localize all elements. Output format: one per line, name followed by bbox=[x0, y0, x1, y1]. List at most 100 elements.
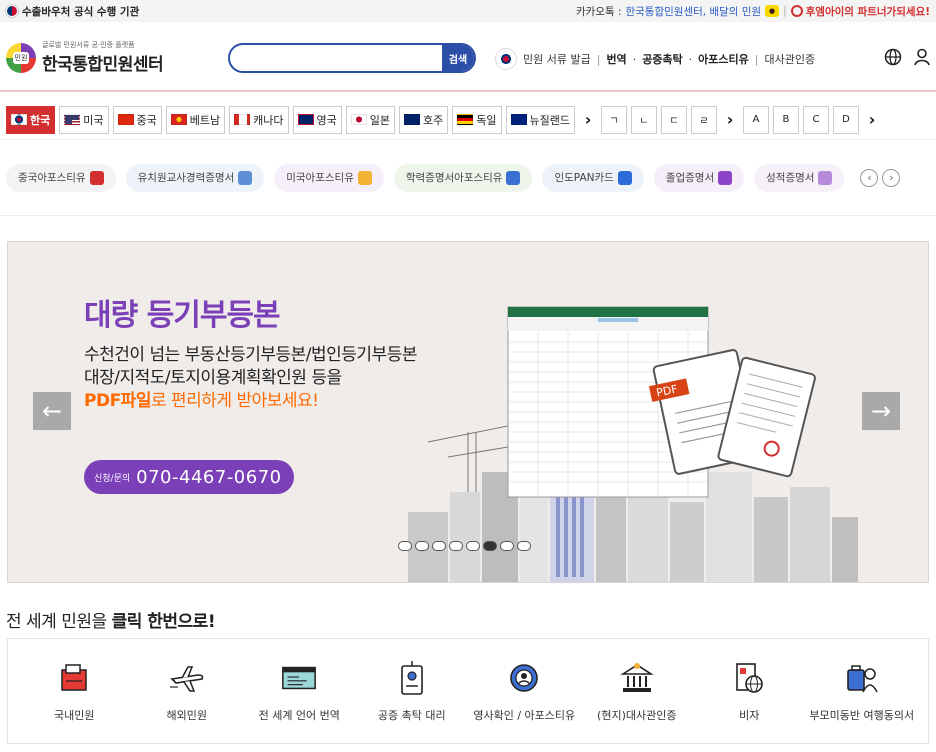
doc-chip[interactable]: 인도PAN카드 bbox=[542, 163, 644, 192]
site-logo[interactable]: 민원 글로벌 민원서류 공·인증 플랫폼 한국통합민원센터 bbox=[6, 40, 164, 75]
section-title-prefix: 전 세계 민원을 bbox=[6, 612, 107, 632]
country-tab-uk[interactable]: 영국 bbox=[292, 105, 342, 134]
doc-chip[interactable]: 학력증명서아포스티유 bbox=[393, 163, 533, 192]
country-tab-label: 중국 bbox=[136, 113, 157, 127]
slide-dot[interactable] bbox=[415, 541, 429, 551]
kakao-talk-icon[interactable]: ● bbox=[765, 5, 780, 17]
site-header: 민원 글로벌 민원서류 공·인증 플랫폼 한국통합민원센터 검색 민원 서류 발… bbox=[0, 22, 936, 92]
korean-letters-next-chevron-icon[interactable]: › bbox=[721, 110, 739, 129]
agency-text: 수출바우처 공식 수행 기관 bbox=[22, 5, 140, 18]
service-item[interactable]: 영사확인 / 아포스티유 bbox=[469, 659, 579, 723]
country-tab-label: 한국 bbox=[30, 113, 51, 127]
doc-chip[interactable]: 유치원교사경력증명서 bbox=[125, 163, 265, 192]
de-flag-icon bbox=[457, 114, 474, 125]
doc-chip[interactable]: 졸업증명서 bbox=[653, 163, 745, 192]
slide-dot[interactable] bbox=[500, 541, 514, 551]
doc-chip-label: 졸업증명서 bbox=[665, 172, 715, 184]
globe-icon[interactable] bbox=[884, 48, 902, 70]
korean-letter-tab[interactable]: ㄴ bbox=[630, 105, 657, 134]
slide-dot[interactable] bbox=[466, 541, 480, 551]
service-item[interactable]: (현지)대사관인증 bbox=[582, 659, 692, 723]
doc-chip[interactable]: 미국아포스티유 bbox=[274, 163, 384, 192]
search-icon bbox=[790, 5, 803, 17]
phone-number: 070-4467-0670 bbox=[136, 466, 282, 488]
airplane-icon bbox=[168, 659, 206, 697]
korean-letter-tab[interactable]: ㄱ bbox=[600, 105, 627, 134]
latin-letter-tab[interactable]: D bbox=[832, 105, 859, 134]
country-next-chevron-icon[interactable]: › bbox=[579, 110, 597, 129]
country-tab-au[interactable]: 호주 bbox=[399, 105, 449, 134]
cn-flag-icon bbox=[117, 114, 134, 125]
slide-dot[interactable] bbox=[483, 541, 497, 551]
service-item[interactable]: 비자 bbox=[694, 659, 804, 723]
chips-prev-button[interactable]: ‹ bbox=[860, 168, 879, 187]
country-tab-de[interactable]: 독일 bbox=[452, 105, 502, 134]
country-tab-label: 베트남 bbox=[189, 113, 221, 127]
logo-subtitle: 글로벌 민원서류 공·인증 플랫폼 bbox=[42, 41, 135, 49]
search-input[interactable] bbox=[230, 45, 442, 71]
ca-flag-icon bbox=[234, 114, 251, 125]
services-section-title: 전 세계 민원을 클릭 한번으로! bbox=[6, 607, 216, 632]
slide-dot[interactable] bbox=[449, 541, 463, 551]
service-item[interactable]: 부모미동반 여행동의서 bbox=[807, 659, 917, 723]
services-grid: 국내민원 해외민원 전 세계 언어 번역 공증 촉탁 대리 영사확인 / 아포스티유 (현… bbox=[7, 638, 929, 744]
nav-translate[interactable]: 번역 bbox=[606, 51, 626, 67]
translation-icon bbox=[280, 659, 318, 697]
nav-issue[interactable]: 민원 서류 발급 bbox=[523, 51, 591, 67]
doc-chip[interactable]: 중국아포스티유 bbox=[6, 163, 116, 192]
latin-letter-tab[interactable]: B bbox=[772, 105, 799, 134]
logo-mark-icon: 민원 bbox=[6, 42, 36, 73]
latin-letter-tab[interactable]: A bbox=[742, 105, 769, 134]
latin-letters-next-chevron-icon[interactable]: › bbox=[863, 110, 881, 129]
country-tab-label: 뉴질랜드 bbox=[529, 113, 570, 127]
country-tab-cn[interactable]: 중국 bbox=[112, 105, 162, 134]
slide-dot[interactable] bbox=[432, 541, 446, 551]
doc-chip[interactable]: 성적증명서 bbox=[754, 163, 845, 192]
nz-flag-icon bbox=[510, 114, 527, 125]
country-tab-vn[interactable]: 베트남 bbox=[165, 105, 226, 134]
country-tab-ca[interactable]: 캐나다 bbox=[229, 105, 289, 134]
korean-letter-tab[interactable]: ㄹ bbox=[690, 105, 717, 134]
phone-contact-button[interactable]: 신청/문의 070-4467-0670 bbox=[84, 460, 294, 494]
vn-flag-icon bbox=[170, 114, 187, 125]
country-tab-label: 독일 bbox=[476, 113, 497, 127]
banner-prev-arrow-icon[interactable]: ← bbox=[33, 392, 71, 430]
nav-apostille[interactable]: 아포스티유 bbox=[698, 51, 749, 67]
slide-dot[interactable] bbox=[517, 541, 531, 551]
kakao-label: 카카오톡 : bbox=[575, 5, 622, 18]
header-nav: 민원 서류 발급 | 번역 · 공증촉탁 · 아포스티유 | 대사관인증 bbox=[495, 48, 815, 70]
hero-banner: PDF 대량 등기부등본 수천건이 넘는 부동산등기부등본/법인등기부등본 대장… bbox=[7, 241, 929, 583]
doc-chip-label: 성적증명서 bbox=[766, 172, 815, 184]
banner-next-arrow-icon[interactable]: → bbox=[862, 392, 900, 430]
country-tab-jp[interactable]: 일본 bbox=[345, 105, 395, 134]
kakao-channel-link[interactable]: 한국통합민원센터, 배달의 민원 bbox=[625, 4, 761, 19]
slide-dot[interactable] bbox=[398, 541, 412, 551]
service-item[interactable]: 전 세계 언어 번역 bbox=[244, 659, 354, 723]
country-tab-kr[interactable]: 한국 bbox=[6, 105, 56, 134]
chips-next-button[interactable]: › bbox=[882, 168, 901, 187]
service-item[interactable]: 국내민원 bbox=[19, 659, 129, 723]
country-tab-us[interactable]: 미국 bbox=[59, 105, 109, 134]
country-tab-nz[interactable]: 뉴질랜드 bbox=[505, 105, 575, 134]
nav-notary[interactable]: 공증촉탁 bbox=[642, 51, 682, 67]
service-label: 영사확인 / 아포스티유 bbox=[473, 709, 576, 722]
service-label: 전 세계 언어 번역 bbox=[258, 709, 340, 722]
nav-embassy[interactable]: 대사관인증 bbox=[765, 51, 816, 67]
banner-highlight: PDF파일 bbox=[84, 391, 151, 411]
service-item[interactable]: 공증 촉탁 대리 bbox=[357, 659, 467, 723]
id-card-icon bbox=[393, 659, 431, 697]
korean-letter-tab[interactable]: ㄷ bbox=[660, 105, 687, 134]
doc-chip-label: 유치원교사경력증명서 bbox=[137, 172, 235, 184]
doc-chip-icon bbox=[238, 170, 253, 185]
service-item[interactable]: 해외민원 bbox=[132, 659, 242, 723]
service-label: 비자 bbox=[739, 709, 760, 722]
user-icon[interactable] bbox=[914, 48, 930, 70]
au-flag-icon bbox=[404, 114, 420, 125]
latin-letter-tab[interactable]: C bbox=[802, 105, 829, 134]
phone-label: 신청/문의 bbox=[94, 473, 131, 484]
banner-line-3-rest: 로 편리하게 받아보세요! bbox=[150, 391, 319, 411]
folder-icon bbox=[55, 659, 93, 697]
banner-title: 대량 등기부등본 bbox=[84, 298, 281, 333]
partner-link[interactable]: 후엠아이의 파트너가되세요! bbox=[790, 4, 930, 19]
search-button[interactable]: 검색 bbox=[442, 45, 474, 71]
